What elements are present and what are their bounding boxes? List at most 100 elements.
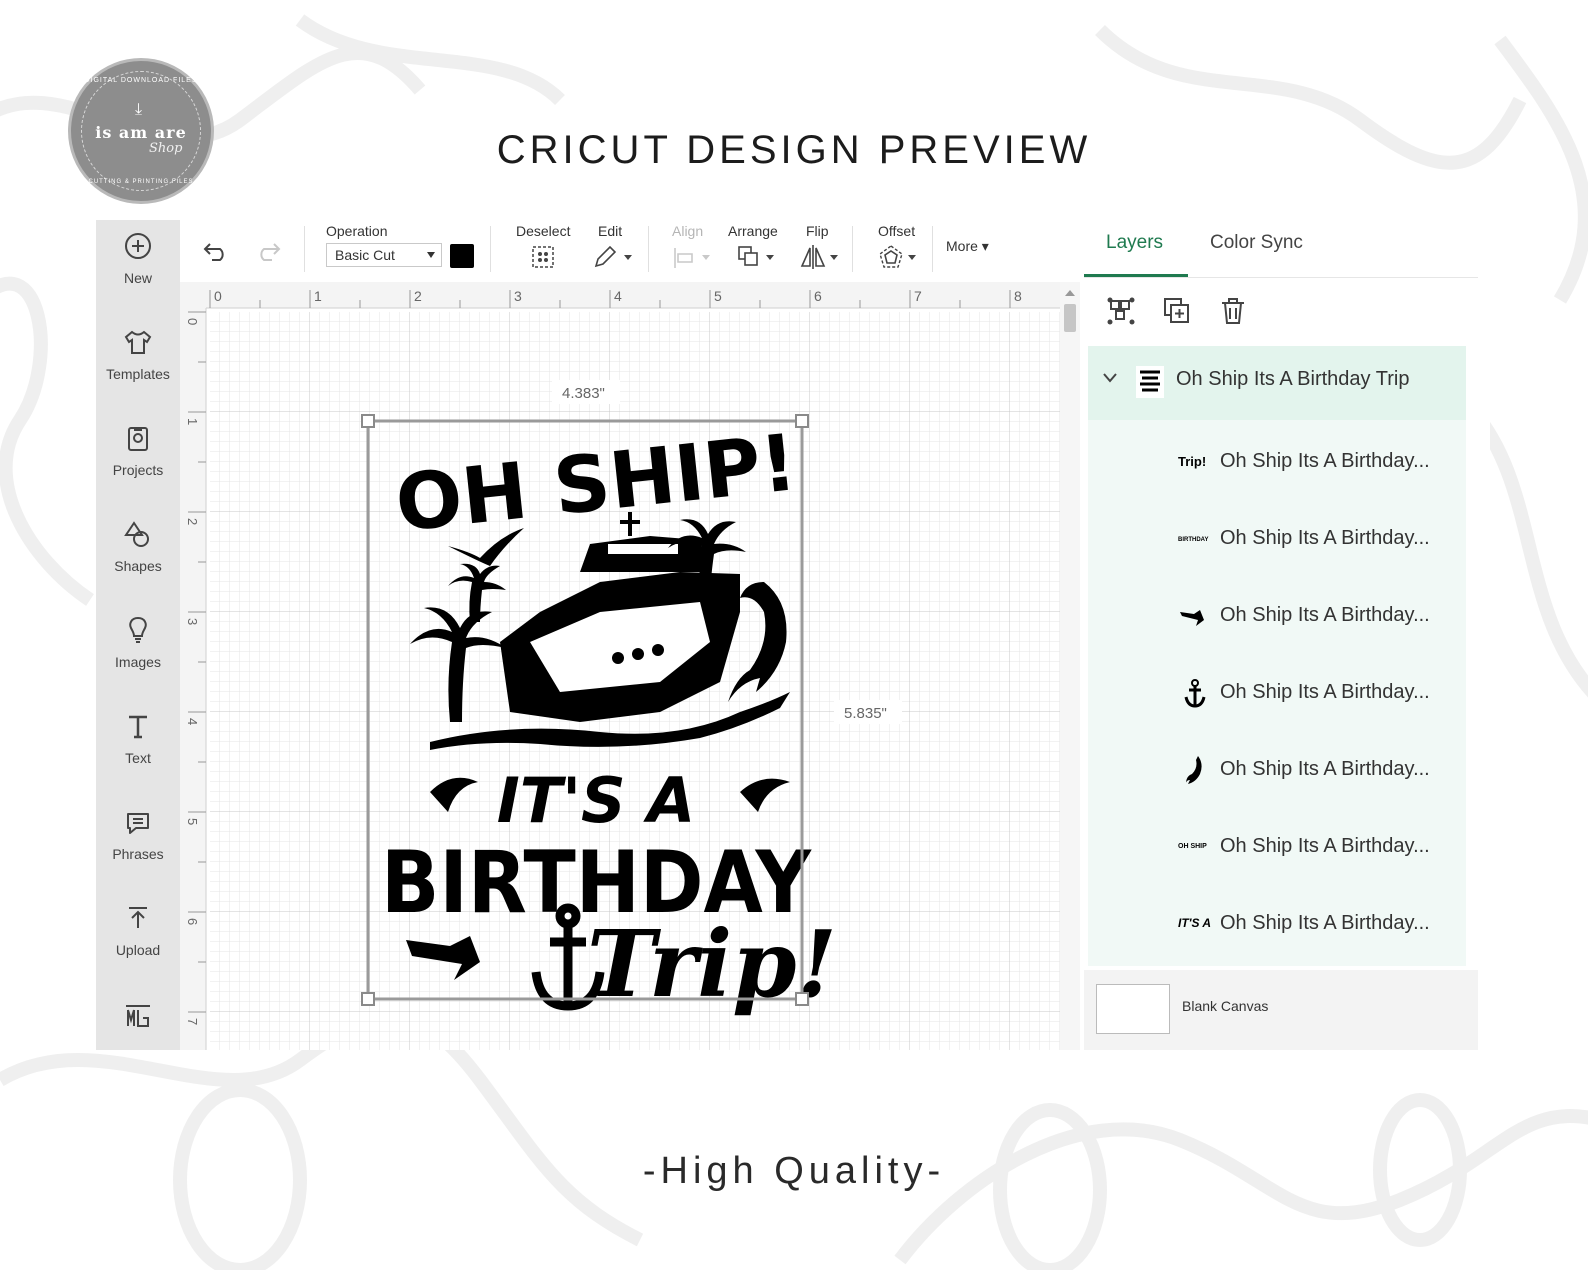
chevron-down-icon: [427, 252, 435, 258]
toolbar-divider: [304, 226, 305, 272]
flip-icon[interactable]: [800, 244, 842, 270]
page-footer: -High Quality-: [642, 1150, 946, 1192]
active-tab-indicator: [1084, 274, 1188, 277]
layer-row[interactable]: Oh Ship Its A Birthday...: [1088, 655, 1466, 732]
layer-group-row[interactable]: Oh Ship Its A Birthday Trip: [1088, 346, 1466, 420]
align-icon[interactable]: [672, 246, 714, 270]
chevron-down-icon[interactable]: [1102, 372, 1118, 384]
resize-handle[interactable]: [795, 992, 809, 1006]
align-label: Align: [672, 223, 704, 239]
sidebar-label: Upload: [115, 942, 161, 958]
layer-row[interactable]: Trip! Oh Ship Its A Birthday...: [1088, 424, 1466, 501]
design-text-its-a: IT'S A: [497, 764, 696, 837]
layer-thumbnail: OH SHIP: [1178, 843, 1207, 850]
layer-row[interactable]: OH SHIP Oh Ship Its A Birthday...: [1088, 809, 1466, 886]
sidebar-label: New: [123, 270, 152, 286]
left-sidebar: New Templates Projects Shapes Images Tex…: [96, 220, 180, 1050]
ruler-tick-label: 2: [414, 288, 422, 304]
undo-icon[interactable]: [202, 238, 230, 262]
projects-icon: [128, 427, 148, 451]
ruler-tick-label: 0: [214, 288, 222, 304]
ruler-tick-label: 3: [185, 618, 200, 625]
left-ruler: [180, 282, 206, 1050]
sidebar-label: Projects: [112, 462, 164, 478]
page-heading: CRICUT DESIGN PREVIEW: [496, 128, 1092, 172]
layer-row[interactable]: Oh Ship Its A Birthday...: [1088, 578, 1466, 655]
resize-handle[interactable]: [795, 414, 809, 428]
redo-icon[interactable]: [254, 238, 282, 262]
chevron-down-icon: ▾: [981, 238, 989, 254]
ruler-tick-label: 0: [185, 318, 200, 325]
scrollbar-thumb[interactable]: [1064, 304, 1076, 332]
layer-row[interactable]: Oh Ship Its A Birthday...: [1088, 732, 1466, 809]
layer-name: Oh Ship Its A Birthday...: [1220, 604, 1430, 626]
dolphin-layer-thumbnail: [1186, 756, 1202, 784]
sidebar-item-text[interactable]: Text: [96, 702, 180, 792]
edit-toolbar: Operation Basic Cut Deselect Edit Align …: [180, 220, 1080, 283]
logo-bottom-text: CUTTING & PRINTING FILES: [88, 179, 194, 185]
ruler-tick-label: 7: [185, 1018, 200, 1025]
blank-canvas-swatch[interactable]: [1096, 984, 1170, 1034]
shirt-icon: [124, 330, 152, 354]
ruler-tick-label: 2: [185, 518, 200, 525]
ruler-tick-label: 3: [514, 288, 522, 304]
design-canvas[interactable]: 0 1 2 3 4 5 6 7 8 0 1 2 3 4 5 6 7 4.383"…: [180, 282, 1060, 1050]
more-button[interactable]: More ▾: [946, 238, 989, 255]
flip-label: Flip: [806, 223, 829, 239]
layer-name: Oh Ship Its A Birthday...: [1220, 758, 1430, 780]
offset-label: Offset: [878, 223, 916, 239]
delete-trash-icon[interactable]: [1218, 296, 1248, 326]
resize-handle[interactable]: [361, 992, 375, 1006]
speech-bubble-icon: [127, 813, 149, 834]
layer-name: Oh Ship Its A Birthday...: [1220, 912, 1430, 934]
download-icon: ⤓: [135, 101, 143, 118]
blank-canvas-row[interactable]: Blank Canvas: [1084, 970, 1478, 1050]
offset-icon[interactable]: [878, 244, 920, 270]
pen-edit-icon[interactable]: [592, 244, 634, 270]
layer-name: Oh Ship Its A Birthday...: [1220, 835, 1430, 857]
sidebar-item-projects[interactable]: Projects: [96, 414, 180, 504]
sidebar-item-phrases[interactable]: Phrases: [96, 798, 180, 888]
tab-color-sync[interactable]: Color Sync: [1210, 232, 1303, 254]
layer-thumbnail: Trip!: [1178, 454, 1207, 469]
layer-row[interactable]: BIRTHDAY Oh Ship Its A Birthday...: [1088, 501, 1466, 578]
group-icon[interactable]: [1106, 296, 1136, 326]
sidebar-item-new[interactable]: New: [96, 222, 180, 312]
layer-thumbnail: BIRTHDAY: [1178, 537, 1209, 543]
cricut-app-window: New Templates Projects Shapes Images Tex…: [96, 220, 1490, 1050]
toolbar-divider: [490, 226, 491, 272]
sidebar-item-images[interactable]: Images: [96, 606, 180, 696]
canvas-vertical-scrollbar[interactable]: [1060, 282, 1080, 1050]
layer-row[interactable]: IT'S A Oh Ship Its A Birthday...: [1088, 886, 1466, 963]
operation-select[interactable]: Basic Cut: [326, 243, 442, 267]
toolbar-divider: [852, 226, 853, 272]
ruler-tick-label: 7: [914, 288, 922, 304]
resize-handle[interactable]: [361, 414, 375, 428]
height-dimension-label: 5.835": [844, 705, 887, 722]
arrange-icon[interactable]: [736, 244, 778, 270]
sidebar-item-templates[interactable]: Templates: [96, 318, 180, 408]
sidebar-item-monogram[interactable]: [96, 990, 180, 1080]
deselect-icon[interactable]: [530, 244, 556, 270]
toolbar-divider: [648, 226, 649, 272]
operation-color-swatch[interactable]: [450, 244, 474, 268]
sidebar-label: Images: [115, 654, 161, 670]
tab-divider: [1084, 277, 1478, 278]
ruler-tick-label: 6: [814, 288, 822, 304]
layer-name: Oh Ship Its A Birthday...: [1220, 681, 1430, 703]
canvas-grid: 0 1 2 3 4 5 6 7 8 0 1 2 3 4 5 6 7 4.383"…: [180, 282, 1060, 1050]
edit-label: Edit: [598, 223, 623, 239]
arrow-layer-thumbnail: [1180, 610, 1204, 626]
logo-top-text: DIGITAL DOWNLOAD FILES: [84, 77, 198, 84]
ruler-tick-label: 1: [185, 418, 200, 425]
sidebar-item-upload[interactable]: Upload: [96, 894, 180, 984]
width-dimension-label: 4.383": [562, 385, 605, 402]
scroll-up-arrow-icon[interactable]: [1065, 290, 1075, 296]
monogram-icon: [126, 1005, 150, 1027]
shapes-icon: [124, 521, 149, 547]
duplicate-icon[interactable]: [1162, 296, 1192, 326]
tab-layers[interactable]: Layers: [1106, 232, 1163, 254]
sidebar-item-shapes[interactable]: Shapes: [96, 510, 180, 600]
operation-value: Basic Cut: [335, 247, 395, 263]
lightbulb-icon: [129, 616, 147, 643]
